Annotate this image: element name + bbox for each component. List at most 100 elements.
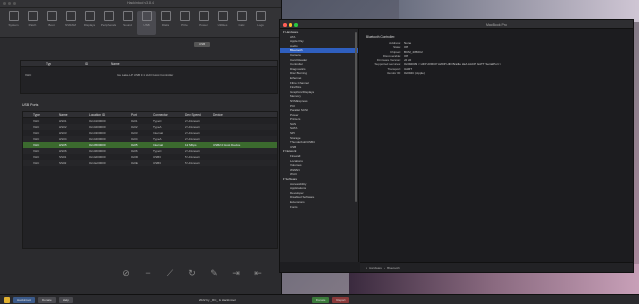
cell: 2 Unknown (185, 137, 201, 141)
cell: TypeC (153, 119, 162, 123)
status-bar: Hackintool Donate Help 2022 by _RC_ & Ha… (0, 294, 639, 304)
controller-row[interactable]: XHC 8086 Ice Lake-LP USB 3.1 xHCI Host C… (21, 72, 277, 78)
col-device[interactable]: Device (203, 113, 263, 117)
cell: 0x02 (131, 125, 138, 129)
cell: XHC (33, 119, 40, 123)
path-hardware[interactable]: Hardware (369, 266, 382, 270)
cell: 0x06 (131, 149, 138, 153)
cell: HS01 (59, 119, 67, 123)
toolbar-calc[interactable]: Calc (232, 11, 251, 35)
cell: Internal (153, 143, 164, 147)
usb-icon (141, 11, 152, 21)
toolbar-label: Sound (123, 23, 132, 27)
refresh-icon[interactable]: ↻ (186, 267, 198, 279)
report-button[interactable]: Report (332, 296, 350, 303)
cell: HS02 (59, 125, 67, 129)
toolbar-label: Displays (83, 23, 96, 27)
import-icon[interactable]: ⇥ (230, 267, 242, 279)
path-bar: ▪ Hardware › Bluetooth (360, 262, 633, 272)
toolbar-logs[interactable]: Logs (251, 11, 270, 35)
path-separator: › (384, 266, 386, 270)
bottom-toolbar: ⊘ − ⟋ ↻ ✎ ⇥ ⇤ (0, 262, 282, 284)
status-text: 2022 by _RC_ & Hackintool (198, 297, 236, 302)
cell: 0x01 (131, 119, 138, 123)
col-type[interactable]: Type (21, 62, 51, 66)
cell: 0x04 (131, 137, 138, 141)
logs-icon (255, 11, 266, 21)
cell: HS05 (59, 143, 67, 147)
wrench-icon (27, 11, 38, 21)
cell: SS01 (59, 155, 67, 159)
toolbar-sound[interactable]: Sound (118, 11, 137, 35)
cell: XHC (33, 131, 40, 135)
usb-controllers-table: Type ID Name XHC 8086 Ice Lake-LP USB 3.… (20, 60, 278, 94)
toolbar-pcie[interactable]: PCIe (175, 11, 194, 35)
toolbar-label: Boot (48, 23, 55, 27)
toolbar-disks[interactable]: Disks (156, 11, 175, 35)
col-port[interactable]: Port (121, 113, 143, 117)
detail-heading: Bluetooth Controller: (366, 35, 396, 39)
cell: 8086 (51, 73, 89, 77)
cell: XHC (25, 73, 32, 77)
cell: 0x14d00000 (89, 155, 106, 159)
toolbar-label: PCIe (181, 23, 188, 27)
export-icon[interactable]: ⇤ (252, 267, 264, 279)
cell: Internal (153, 131, 164, 135)
table-row[interactable]: XHC SS02 0x14e00000 0x0E USB3 5 Unknown (23, 160, 277, 166)
col-location-id[interactable]: Location ID (79, 113, 121, 117)
col-name[interactable]: Name (49, 113, 79, 117)
controllers-header: Type ID Name (21, 61, 277, 67)
col-name[interactable]: Name (89, 62, 277, 66)
toolbar-nvram[interactable]: NVRAM (61, 11, 80, 35)
toolbar-system[interactable]: System (4, 11, 23, 35)
zoom-button[interactable] (294, 23, 298, 27)
cell: HS06 (59, 149, 67, 153)
cell: XHC (33, 161, 40, 165)
cell: XHC (33, 149, 40, 153)
lock-icon[interactable] (4, 296, 10, 303)
system-information-window: MacBook Pro ▾ Hardware ATA Apple Pay Audio B… (279, 19, 634, 273)
sidebar-item-fonts[interactable]: Fonts (280, 205, 358, 210)
toolbar-boot[interactable]: Boot (42, 11, 61, 35)
toolbar-displays[interactable]: Displays (80, 11, 99, 35)
window-controls (283, 23, 298, 27)
path-bluetooth[interactable]: Bluetooth (387, 266, 400, 270)
col-id[interactable]: ID (51, 62, 89, 66)
cell: 12 Mbps (185, 143, 197, 147)
sidebar-scrollbar[interactable] (355, 32, 357, 202)
minimize-button[interactable] (288, 23, 292, 27)
usb-segment-button[interactable]: USB (194, 42, 210, 47)
toolbar-utilities[interactable]: Utilities (213, 11, 232, 35)
toolbar-peripherals[interactable]: Peripherals (99, 11, 118, 35)
cell: 0x14600000 (89, 149, 106, 153)
donate-button[interactable]: Donate (38, 296, 56, 303)
power-icon (198, 11, 209, 21)
cell: USB2.0 Host Device (213, 143, 241, 147)
broom-icon[interactable]: ⟋ (164, 267, 176, 279)
sysinfo-sidebar: ▾ Hardware ATA Apple Pay Audio Bluetooth Came… (280, 29, 359, 262)
toolbar-usb[interactable]: USB (137, 11, 156, 35)
help-button[interactable]: Help (58, 296, 73, 303)
hackintool-titlebar: Hackintool v3.8.4 (0, 0, 281, 8)
toolbar-patch[interactable]: Patch (23, 11, 42, 35)
pencil-icon[interactable]: ✎ (208, 267, 220, 279)
detail-value: 0x004C (Apple) (404, 71, 425, 76)
col-type[interactable]: Type (23, 113, 49, 117)
cell: 0x14300000 (89, 131, 106, 135)
cell: 0x0D (131, 155, 139, 159)
remove-icon[interactable]: − (142, 267, 154, 279)
hackintool-button[interactable]: Hackintool (13, 296, 36, 303)
clear-icon[interactable]: ⊘ (120, 267, 132, 279)
donate-button-2[interactable]: Donate (311, 296, 330, 303)
cell: XHC (33, 155, 40, 159)
cell: XHC (33, 143, 40, 147)
col-dev-speed[interactable]: Dev Speed (175, 113, 203, 117)
toolbar-power[interactable]: Power (194, 11, 213, 35)
cell: 0x0E (131, 161, 138, 165)
cell: TypeC (153, 149, 162, 153)
usb-ports-table: Type Name Location ID Port Connector Dev Spee… (22, 111, 278, 249)
close-button[interactable] (283, 23, 287, 27)
cell: 2 Unknown (185, 125, 201, 129)
col-connector[interactable]: Connector (143, 113, 175, 117)
cell: USB3 (153, 155, 161, 159)
